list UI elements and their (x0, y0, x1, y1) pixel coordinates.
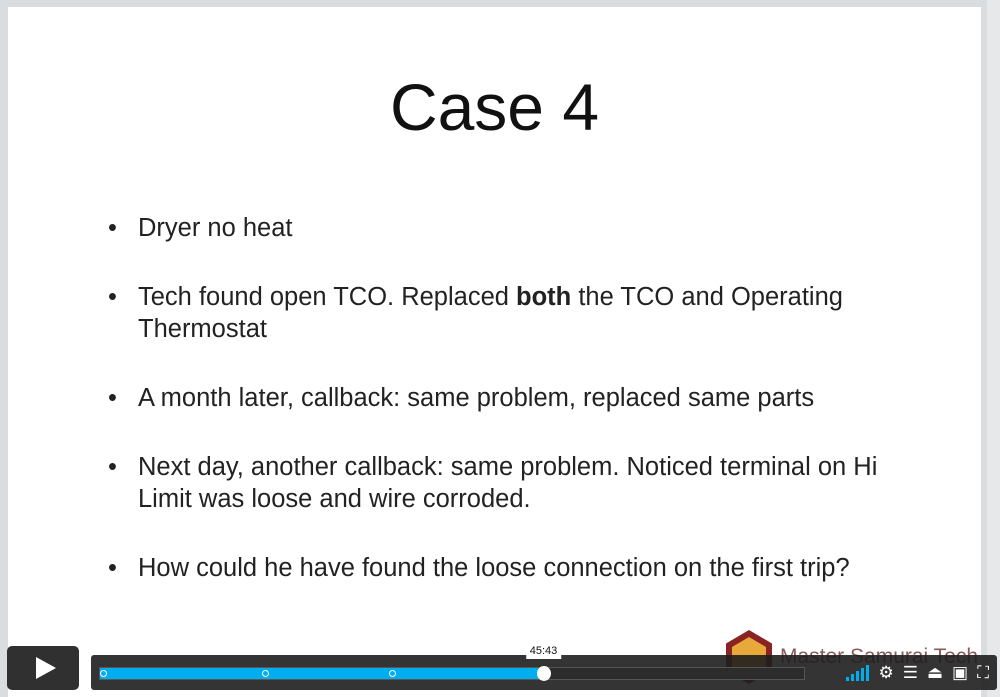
progress-bar[interactable]: 45:43 (99, 643, 805, 681)
fullscreen-icon[interactable]: ⛶ (977, 663, 989, 683)
bullet: Dryer no heat (108, 212, 908, 244)
bullet: A month later, callback: same problem, r… (108, 382, 908, 414)
scrub-handle[interactable] (536, 666, 551, 681)
chapter-marker[interactable] (261, 670, 269, 677)
bullet: How could he have found the loose connec… (108, 552, 908, 584)
pip-icon[interactable]: ▣ (952, 663, 968, 683)
slide: Case 4 Dryer no heat Tech found open TCO… (8, 7, 981, 697)
settings-icon[interactable]: ⚙ (878, 663, 893, 683)
progress-fill (100, 668, 544, 679)
slide-title: Case 4 (389, 70, 600, 144)
volume-icon[interactable] (846, 665, 870, 681)
scrollbar[interactable] (987, 0, 1000, 697)
time-tooltip: 45:43 (525, 643, 562, 659)
chapter-marker[interactable] (100, 670, 107, 677)
chapters-icon[interactable]: ☰ (903, 663, 918, 683)
bullet: Next day, another callback: same problem… (108, 451, 908, 515)
bullet: Tech found open TCO. Replaced both the T… (108, 281, 908, 345)
play-button[interactable] (7, 646, 79, 690)
airplay-icon[interactable]: ⏏ (927, 663, 943, 683)
bullet-list: Dryer no heat Tech found open TCO. Repla… (108, 212, 908, 621)
control-bar: 45:43 ⚙ ☰ ⏏ ▣ ⛶ (91, 643, 997, 690)
chapter-marker[interactable] (388, 670, 396, 677)
